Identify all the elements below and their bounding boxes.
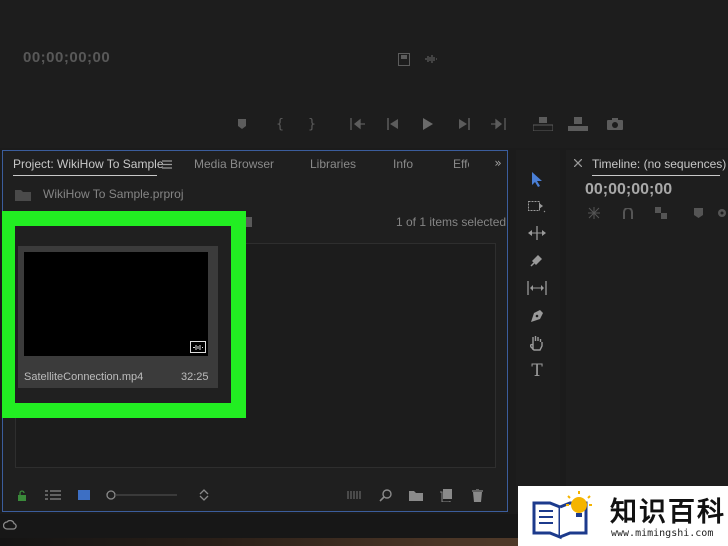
folder-icon <box>15 188 31 202</box>
program-timecode[interactable]: 00;00;00;00 <box>23 49 110 66</box>
clip-duration: 32:25 <box>181 371 209 383</box>
hand-tool-icon[interactable] <box>526 333 548 353</box>
tab-libraries[interactable]: Libraries <box>310 157 356 171</box>
nest-icon[interactable] <box>586 206 602 220</box>
snap-icon[interactable] <box>620 206 636 220</box>
watermark-title: 知识百科 <box>610 497 726 528</box>
go-to-out-icon[interactable] <box>489 116 507 132</box>
audio-video-badge-icon <box>190 341 206 353</box>
export-frame-icon[interactable] <box>397 52 411 66</box>
razor-tool-icon[interactable] <box>526 251 548 269</box>
go-to-in-icon[interactable] <box>349 116 367 132</box>
book-lightbulb-logo-icon <box>528 490 600 542</box>
project-file-name: WikiHow To Sample.prproj <box>43 187 184 201</box>
timeline-timecode[interactable]: 00;00;00;00 <box>585 181 672 199</box>
settings-icon[interactable] <box>716 206 728 220</box>
camera-icon[interactable] <box>606 116 624 132</box>
timeline-panel <box>566 150 728 512</box>
sort-icon[interactable] <box>197 487 211 503</box>
lock-icon[interactable] <box>15 488 29 502</box>
step-back-icon[interactable] <box>385 116 401 132</box>
column-handle <box>246 217 252 227</box>
ripple-edit-tool-icon[interactable] <box>526 224 548 242</box>
step-forward-icon[interactable] <box>456 116 472 132</box>
overflow-tabs-icon[interactable]: » <box>491 156 505 170</box>
type-tool-icon[interactable]: T <box>526 361 548 381</box>
search-icon[interactable] <box>377 487 393 503</box>
selection-tool-icon[interactable] <box>527 169 547 189</box>
tab-project[interactable]: Project: WikiHow To Sample <box>13 157 164 171</box>
active-tab-indicator <box>13 175 157 176</box>
zoom-slider[interactable] <box>105 489 177 501</box>
play-icon[interactable] <box>419 115 437 133</box>
panel-menu-icon[interactable] <box>161 158 173 170</box>
slip-tool-icon[interactable] <box>525 279 549 297</box>
add-marker-icon[interactable] <box>691 206 705 220</box>
clip-thumbnail[interactable] <box>24 252 208 356</box>
mark-in-icon[interactable]: { <box>273 117 287 132</box>
clip-name: SatelliteConnection.mp4 <box>24 371 144 383</box>
new-bin-icon[interactable] <box>407 488 425 502</box>
trash-icon[interactable] <box>469 487 485 503</box>
close-icon[interactable] <box>572 157 584 169</box>
timeline-tab-indicator <box>592 175 720 176</box>
add-marker-icon[interactable] <box>235 117 249 131</box>
icon-view-icon[interactable] <box>76 487 92 503</box>
selection-count: 1 of 1 items selected <box>396 215 507 229</box>
list-view-icon[interactable] <box>44 488 62 502</box>
timeline-title[interactable]: Timeline: (no sequences) <box>592 157 726 171</box>
insert-icon[interactable] <box>532 115 554 133</box>
mark-out-icon[interactable]: } <box>305 117 319 132</box>
status-bar <box>0 514 518 538</box>
creative-cloud-icon[interactable] <box>2 518 18 532</box>
tab-info[interactable]: Info <box>393 157 413 171</box>
new-item-icon[interactable] <box>438 487 454 503</box>
linked-selection-icon[interactable] <box>653 206 669 220</box>
waveform-icon[interactable] <box>423 52 439 66</box>
watermark-url: www.mimingshi.com <box>611 528 714 539</box>
tab-media-browser[interactable]: Media Browser <box>194 157 274 171</box>
track-select-tool-icon[interactable] <box>526 197 548 215</box>
overwrite-icon[interactable] <box>567 115 589 133</box>
tab-effects[interactable]: Effe <box>453 157 469 171</box>
automate-to-sequence-icon[interactable] <box>346 489 364 501</box>
pen-tool-icon[interactable] <box>526 306 548 326</box>
